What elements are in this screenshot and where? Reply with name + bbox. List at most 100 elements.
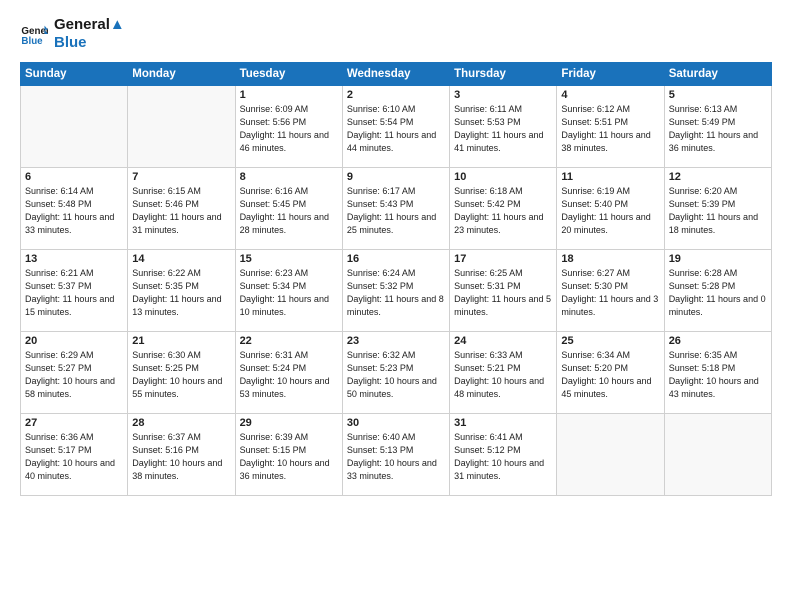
day-number: 1 — [240, 89, 338, 101]
calendar-cell: 27 Sunrise: 6:36 AM Sunset: 5:17 PM Dayli… — [21, 414, 128, 496]
day-number: 2 — [347, 89, 445, 101]
calendar: SundayMondayTuesdayWednesdayThursdayFrid… — [20, 62, 772, 496]
day-number: 25 — [561, 335, 659, 347]
weekday-header-wednesday: Wednesday — [342, 63, 449, 86]
day-number: 6 — [25, 171, 123, 183]
calendar-cell: 6 Sunrise: 6:14 AM Sunset: 5:48 PM Daylig… — [21, 168, 128, 250]
day-info: Sunrise: 6:24 AM Sunset: 5:32 PM Dayligh… — [347, 267, 445, 319]
calendar-cell: 7Sunrise: 6:15 AM Sunset: 5:46 PM Daylig… — [128, 168, 235, 250]
calendar-cell: 9 Sunrise: 6:17 AM Sunset: 5:43 PM Daylig… — [342, 168, 449, 250]
weekday-header-monday: Monday — [128, 63, 235, 86]
calendar-cell: 21 Sunrise: 6:30 AM Sunset: 5:25 PM Dayli… — [128, 332, 235, 414]
day-number: 19 — [669, 253, 767, 265]
day-info: Sunrise: 6:12 AM Sunset: 5:51 PM Dayligh… — [561, 103, 659, 155]
day-number: 9 — [347, 171, 445, 183]
day-info: Sunrise: 6:17 AM Sunset: 5:43 PM Dayligh… — [347, 185, 445, 237]
weekday-header-tuesday: Tuesday — [235, 63, 342, 86]
day-number: 27 — [25, 417, 123, 429]
calendar-cell — [21, 86, 128, 168]
page: General Blue General▲ Blue SundayMondayT… — [0, 0, 792, 612]
calendar-cell: 2Sunrise: 6:10 AM Sunset: 5:54 PM Daylig… — [342, 86, 449, 168]
day-number: 26 — [669, 335, 767, 347]
day-number: 8 — [240, 171, 338, 183]
calendar-cell: 14 Sunrise: 6:22 AM Sunset: 5:35 PM Dayli… — [128, 250, 235, 332]
day-info: Sunrise: 6:25 AM Sunset: 5:31 PM Dayligh… — [454, 267, 552, 319]
day-number: 3 — [454, 89, 552, 101]
day-info: Sunrise: 6:19 AM Sunset: 5:40 PM Dayligh… — [561, 185, 659, 237]
header: General Blue General▲ Blue — [20, 16, 772, 52]
day-info: Sunrise: 6:22 AM Sunset: 5:35 PM Dayligh… — [132, 267, 230, 319]
day-info: Sunrise: 6:20 AM Sunset: 5:39 PM Dayligh… — [669, 185, 767, 237]
day-number: 7 — [132, 171, 230, 183]
svg-text:Blue: Blue — [21, 36, 43, 47]
day-number: 11 — [561, 171, 659, 183]
calendar-cell: 3Sunrise: 6:11 AM Sunset: 5:53 PM Daylig… — [450, 86, 557, 168]
day-number: 31 — [454, 417, 552, 429]
day-info: Sunrise: 6:16 AM Sunset: 5:45 PM Dayligh… — [240, 185, 338, 237]
calendar-cell: 12 Sunrise: 6:20 AM Sunset: 5:39 PM Dayli… — [664, 168, 771, 250]
day-info: Sunrise: 6:27 AM Sunset: 5:30 PM Dayligh… — [561, 267, 659, 319]
calendar-cell: 4 Sunrise: 6:12 AM Sunset: 5:51 PM Daylig… — [557, 86, 664, 168]
day-info: Sunrise: 6:09 AM Sunset: 5:56 PM Dayligh… — [240, 103, 338, 155]
day-number: 12 — [669, 171, 767, 183]
day-number: 10 — [454, 171, 552, 183]
calendar-cell: 30Sunrise: 6:40 AM Sunset: 5:13 PM Dayli… — [342, 414, 449, 496]
calendar-cell: 5 Sunrise: 6:13 AM Sunset: 5:49 PM Daylig… — [664, 86, 771, 168]
calendar-cell: 1 Sunrise: 6:09 AM Sunset: 5:56 PM Daylig… — [235, 86, 342, 168]
day-info: Sunrise: 6:30 AM Sunset: 5:25 PM Dayligh… — [132, 349, 230, 401]
day-number: 21 — [132, 335, 230, 347]
calendar-cell: 26 Sunrise: 6:35 AM Sunset: 5:18 PM Dayli… — [664, 332, 771, 414]
day-info: Sunrise: 6:32 AM Sunset: 5:23 PM Dayligh… — [347, 349, 445, 401]
day-number: 17 — [454, 253, 552, 265]
calendar-week-0: 1 Sunrise: 6:09 AM Sunset: 5:56 PM Daylig… — [21, 86, 772, 168]
calendar-cell: 13Sunrise: 6:21 AM Sunset: 5:37 PM Dayli… — [21, 250, 128, 332]
logo-line2: Blue — [54, 34, 125, 52]
day-info: Sunrise: 6:36 AM Sunset: 5:17 PM Dayligh… — [25, 431, 123, 483]
calendar-cell: 19Sunrise: 6:28 AM Sunset: 5:28 PM Dayli… — [664, 250, 771, 332]
weekday-header-friday: Friday — [557, 63, 664, 86]
calendar-cell: 22Sunrise: 6:31 AM Sunset: 5:24 PM Dayli… — [235, 332, 342, 414]
calendar-cell: 16 Sunrise: 6:24 AM Sunset: 5:32 PM Dayli… — [342, 250, 449, 332]
day-number: 15 — [240, 253, 338, 265]
weekday-header-sunday: Sunday — [21, 63, 128, 86]
calendar-cell: 15 Sunrise: 6:23 AM Sunset: 5:34 PM Dayli… — [235, 250, 342, 332]
logo: General Blue General▲ Blue — [20, 16, 125, 52]
day-info: Sunrise: 6:23 AM Sunset: 5:34 PM Dayligh… — [240, 267, 338, 319]
calendar-cell: 11 Sunrise: 6:19 AM Sunset: 5:40 PM Dayli… — [557, 168, 664, 250]
day-number: 16 — [347, 253, 445, 265]
calendar-week-2: 13Sunrise: 6:21 AM Sunset: 5:37 PM Dayli… — [21, 250, 772, 332]
day-number: 4 — [561, 89, 659, 101]
day-info: Sunrise: 6:31 AM Sunset: 5:24 PM Dayligh… — [240, 349, 338, 401]
calendar-cell: 24 Sunrise: 6:33 AM Sunset: 5:21 PM Dayli… — [450, 332, 557, 414]
calendar-week-3: 20Sunrise: 6:29 AM Sunset: 5:27 PM Dayli… — [21, 332, 772, 414]
calendar-cell: 29Sunrise: 6:39 AM Sunset: 5:15 PM Dayli… — [235, 414, 342, 496]
weekday-header-thursday: Thursday — [450, 63, 557, 86]
weekday-header-saturday: Saturday — [664, 63, 771, 86]
calendar-cell — [128, 86, 235, 168]
day-info: Sunrise: 6:35 AM Sunset: 5:18 PM Dayligh… — [669, 349, 767, 401]
calendar-cell — [557, 414, 664, 496]
calendar-cell: 18Sunrise: 6:27 AM Sunset: 5:30 PM Dayli… — [557, 250, 664, 332]
day-info: Sunrise: 6:37 AM Sunset: 5:16 PM Dayligh… — [132, 431, 230, 483]
logo-line1: General▲ — [54, 16, 125, 34]
calendar-cell: 31 Sunrise: 6:41 AM Sunset: 5:12 PM Dayli… — [450, 414, 557, 496]
calendar-cell: 23Sunrise: 6:32 AM Sunset: 5:23 PM Dayli… — [342, 332, 449, 414]
calendar-cell — [664, 414, 771, 496]
day-info: Sunrise: 6:13 AM Sunset: 5:49 PM Dayligh… — [669, 103, 767, 155]
day-info: Sunrise: 6:14 AM Sunset: 5:48 PM Dayligh… — [25, 185, 123, 237]
calendar-cell: 20Sunrise: 6:29 AM Sunset: 5:27 PM Dayli… — [21, 332, 128, 414]
calendar-cell: 8 Sunrise: 6:16 AM Sunset: 5:45 PM Daylig… — [235, 168, 342, 250]
day-info: Sunrise: 6:33 AM Sunset: 5:21 PM Dayligh… — [454, 349, 552, 401]
day-number: 28 — [132, 417, 230, 429]
day-info: Sunrise: 6:18 AM Sunset: 5:42 PM Dayligh… — [454, 185, 552, 237]
calendar-body: 1 Sunrise: 6:09 AM Sunset: 5:56 PM Daylig… — [21, 86, 772, 496]
day-number: 20 — [25, 335, 123, 347]
day-info: Sunrise: 6:41 AM Sunset: 5:12 PM Dayligh… — [454, 431, 552, 483]
day-number: 14 — [132, 253, 230, 265]
logo-icon: General Blue — [20, 20, 48, 48]
day-number: 5 — [669, 89, 767, 101]
day-number: 24 — [454, 335, 552, 347]
day-number: 30 — [347, 417, 445, 429]
day-info: Sunrise: 6:39 AM Sunset: 5:15 PM Dayligh… — [240, 431, 338, 483]
calendar-cell: 25Sunrise: 6:34 AM Sunset: 5:20 PM Dayli… — [557, 332, 664, 414]
